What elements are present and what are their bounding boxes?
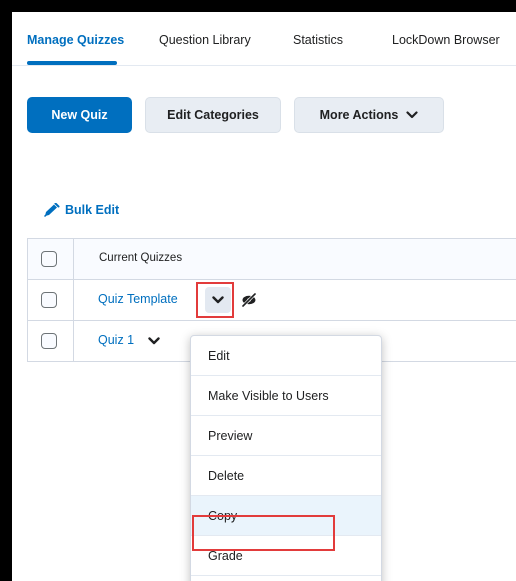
bulk-edit-button[interactable]: Bulk Edit	[44, 203, 119, 217]
chevron-down-icon	[212, 296, 224, 304]
tab-bar: Manage Quizzes Question Library Statisti…	[12, 12, 516, 66]
table-header-row: Current Quizzes	[28, 239, 516, 280]
menu-item-copy[interactable]: Copy	[191, 496, 381, 536]
quiz-actions-dropdown-button[interactable]	[141, 328, 167, 354]
tab-statistics[interactable]: Statistics	[293, 33, 343, 47]
menu-item-preview[interactable]: Preview	[191, 416, 381, 456]
menu-item-delete[interactable]: Delete	[191, 456, 381, 496]
column-header-current-quizzes: Current Quizzes	[99, 252, 183, 264]
table-row: Quiz Template	[28, 280, 516, 321]
quiz-title-link[interactable]: Quiz Template	[98, 292, 178, 306]
bulk-edit-label: Bulk Edit	[65, 203, 120, 217]
tab-manage-quizzes[interactable]: Manage Quizzes	[27, 33, 124, 47]
quiz-actions-dropdown-button[interactable]	[205, 287, 231, 313]
menu-item-edit[interactable]: Edit	[191, 336, 381, 376]
active-tab-indicator	[27, 61, 117, 65]
eye-slash-icon[interactable]	[241, 293, 257, 307]
edit-categories-button[interactable]: Edit Categories	[145, 97, 281, 133]
pencil-icon	[44, 203, 60, 217]
menu-item-grade[interactable]: Grade	[191, 536, 381, 576]
row-checkbox[interactable]	[41, 333, 57, 349]
quiz-actions-menu: Edit Make Visible to Users Preview Delet…	[190, 335, 382, 581]
more-actions-button[interactable]: More Actions	[294, 97, 444, 133]
tab-question-library[interactable]: Question Library	[159, 33, 251, 47]
tab-lockdown-browser[interactable]: LockDown Browser	[392, 33, 500, 47]
menu-item-make-visible[interactable]: Make Visible to Users	[191, 376, 381, 416]
quiz-manager-page: Manage Quizzes Question Library Statisti…	[12, 12, 516, 581]
chevron-down-icon	[406, 111, 418, 119]
chevron-down-icon	[148, 337, 160, 345]
more-actions-label: More Actions	[319, 108, 399, 122]
quiz-title-link[interactable]: Quiz 1	[98, 333, 134, 347]
select-all-checkbox[interactable]	[41, 251, 57, 267]
row-checkbox[interactable]	[41, 292, 57, 308]
new-quiz-button[interactable]: New Quiz	[27, 97, 132, 133]
